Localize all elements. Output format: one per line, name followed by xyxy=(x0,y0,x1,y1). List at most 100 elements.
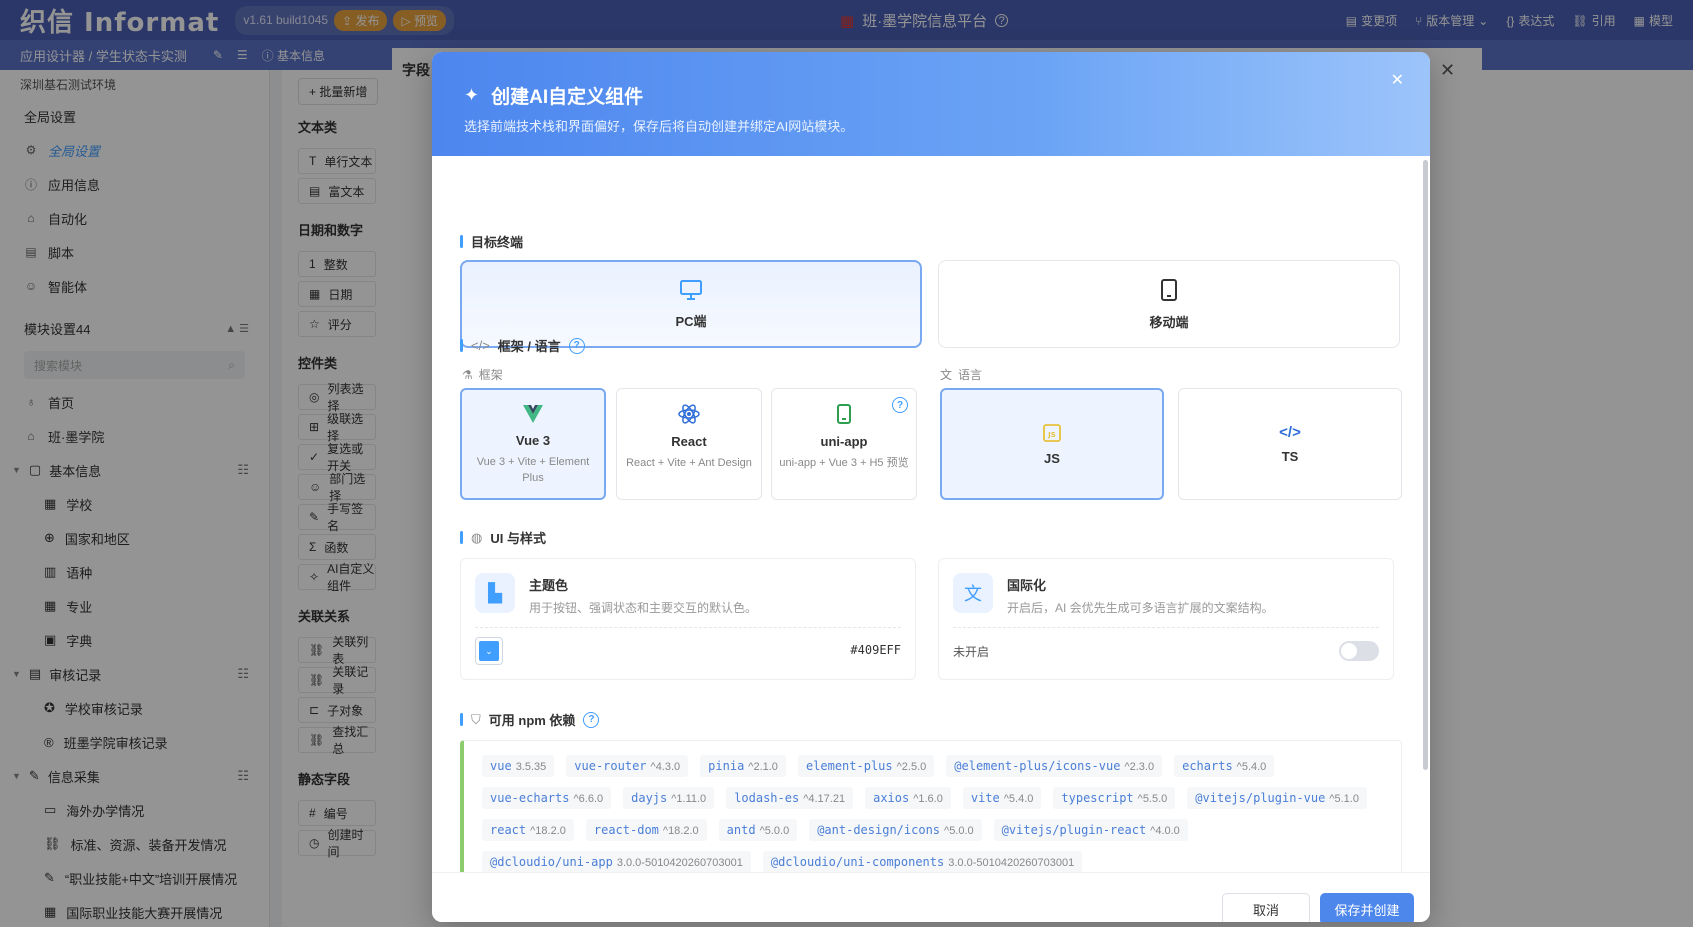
chevron-down-icon: ⌄ xyxy=(479,641,499,661)
dependency-version: 3.0.0-5010420260703001 xyxy=(948,857,1075,869)
dependency-name: antd xyxy=(726,823,756,837)
section-title-text: 目标终端 xyxy=(471,235,524,250)
dependency-version: ^4.17.21 xyxy=(803,793,846,805)
paint-roller-icon: ▙ xyxy=(475,573,515,613)
section-bar xyxy=(460,531,463,544)
dependency-name: vue-echarts xyxy=(490,791,570,805)
dependency-version: ^1.6.0 xyxy=(913,793,943,805)
i18n-title: 国际化 xyxy=(1007,578,1047,593)
dialog-header: ✦ 创建AI自定义组件 选择前端技术栈和界面偏好，保存后将自动创建并绑定AI网站… xyxy=(432,52,1430,156)
dependency-version: ^18.2.0 xyxy=(530,825,566,837)
language-name: TS xyxy=(1281,449,1299,464)
i18n-toggle[interactable] xyxy=(1339,641,1379,661)
npm-dependency: echarts ^5.4.0 xyxy=(1174,755,1275,777)
palette-icon: ◍ xyxy=(471,529,483,545)
dependency-version: ^5.0.0 xyxy=(944,825,974,837)
framework-desc: uni-app + Vue 3 + H5 预览 xyxy=(779,457,909,469)
language-name: JS xyxy=(1044,450,1060,466)
save-and-create-button[interactable]: 保存并创建 xyxy=(1320,893,1414,922)
mobile-app-icon xyxy=(837,404,851,424)
dialog-footer: 取消 保存并创建 xyxy=(432,872,1430,922)
npm-dependency: @ant-design/icons ^5.0.0 xyxy=(809,819,982,841)
close-icon[interactable]: ✕ xyxy=(1440,60,1455,81)
dialog-subtitle: 选择前端技术栈和界面偏好，保存后将自动创建并绑定AI网站模块。 xyxy=(464,119,854,134)
theme-color-picker[interactable]: ⌄ xyxy=(475,637,503,665)
js-icon: JS xyxy=(1043,423,1061,442)
section-ui-title: ◍ UI 与样式 xyxy=(460,528,546,547)
translate-icon: 文 xyxy=(940,368,953,382)
help-icon[interactable]: ? xyxy=(583,711,600,728)
npm-dependency: react ^18.2.0 xyxy=(482,819,574,841)
framework-label-text: 框架 xyxy=(478,368,503,382)
language-label-text: 语言 xyxy=(958,368,983,382)
i18n-state: 未开启 xyxy=(953,645,990,659)
framework-option-vue3[interactable]: Vue 3 Vue 3 + Vite + Element Plus xyxy=(460,388,606,500)
flask-icon: ⚗ xyxy=(462,367,473,382)
framework-option-react[interactable]: React React + Vite + Ant Design xyxy=(616,388,762,500)
dependency-name: react xyxy=(490,823,527,837)
section-bar xyxy=(460,713,463,726)
npm-dependency: vue-echarts ^6.6.0 xyxy=(482,787,612,809)
dependency-name: lodash-es xyxy=(734,791,800,805)
npm-dependency: react-dom ^18.2.0 xyxy=(585,819,707,841)
code-icon: </> xyxy=(1279,424,1301,441)
dependency-name: element-plus xyxy=(805,759,893,773)
dependency-version: ^2.5.0 xyxy=(896,761,927,773)
terminal-option-pc[interactable]: PC端 xyxy=(460,260,922,348)
divider xyxy=(475,627,901,628)
i18n-desc: 开启后，AI 会优先生成可多语言扩展的文案结构。 xyxy=(1007,601,1274,615)
dependency-version: ^2.3.0 xyxy=(1124,761,1155,773)
npm-dependency: @dcloudio/uni-app 3.0.0-5010420260703001 xyxy=(482,851,751,873)
npm-dependency: vue 3.5.35 xyxy=(482,755,555,777)
dependency-version: ^5.4.0 xyxy=(1236,761,1267,773)
dependency-name: @vitejs/plugin-react xyxy=(1001,823,1147,837)
section-bar xyxy=(460,339,463,352)
section-title-text: 框架 / 语言 xyxy=(497,339,561,354)
dependency-version: ^4.3.0 xyxy=(650,761,681,773)
dialog-title: ✦ 创建AI自定义组件 xyxy=(464,82,643,109)
shield-icon: ⛉ xyxy=(471,711,481,727)
code-icon: </> xyxy=(471,338,490,353)
dependency-version: ^5.1.0 xyxy=(1329,793,1359,805)
dependency-version: ^4.0.0 xyxy=(1150,825,1180,837)
dependency-version: ^18.2.0 xyxy=(662,825,699,837)
language-label: 文语言 xyxy=(940,366,982,383)
language-option-js[interactable]: JS JS xyxy=(940,388,1164,500)
npm-dependency: @vitejs/plugin-vue ^5.1.0 xyxy=(1187,787,1367,809)
section-npm-title: ⛉ 可用 npm 依赖? xyxy=(460,710,600,729)
npm-dependency: @vitejs/plugin-react ^4.0.0 xyxy=(993,819,1188,841)
npm-dependency: dayjs ^1.11.0 xyxy=(623,787,715,809)
vue-icon xyxy=(523,405,543,423)
dependency-name: react-dom xyxy=(593,823,659,837)
help-icon[interactable]: ? xyxy=(568,337,585,354)
section-title-text: UI 与样式 xyxy=(490,531,546,546)
dialog-scrollbar[interactable] xyxy=(1423,160,1428,770)
npm-dependency-list: vue 3.5.35 vue-router ^4.3.0 pinia ^2.1.0 elem… xyxy=(460,740,1402,880)
section-framework-title: </> 框架 / 语言? xyxy=(460,336,585,355)
monitor-icon xyxy=(680,279,702,300)
terminal-option-mobile[interactable]: 移动端 xyxy=(938,260,1400,348)
section-title-text: 可用 npm 依赖 xyxy=(488,713,576,728)
close-icon[interactable]: ✕ xyxy=(1391,70,1404,90)
create-ai-component-dialog: ✦ 创建AI自定义组件 选择前端技术栈和界面偏好，保存后将自动创建并绑定AI网站… xyxy=(432,52,1430,922)
dependency-version: ^5.0.0 xyxy=(759,825,790,837)
npm-dependency: lodash-es ^4.17.21 xyxy=(726,787,854,809)
theme-color-card: ▙ 主题色 用于按钮、强调状态和主要交互的默认色。 ⌄ #409EFF xyxy=(460,558,916,680)
dependency-name: echarts xyxy=(1182,759,1233,773)
section-terminal-title: 目标终端 xyxy=(460,232,523,251)
npm-dependency: @dcloudio/uni-components 3.0.0-5010420260… xyxy=(762,851,1083,873)
language-option-ts[interactable]: </> TS xyxy=(1178,388,1402,500)
terminal-label: PC端 xyxy=(675,313,707,329)
dependency-name: @ant-design/icons xyxy=(817,823,941,837)
dependency-name: vite xyxy=(970,791,1000,805)
framework-desc: Vue 3 + Vite + Element Plus xyxy=(476,456,590,484)
dependency-version: ^5.4.0 xyxy=(1003,793,1034,805)
phone-icon xyxy=(1161,278,1177,301)
cancel-button[interactable]: 取消 xyxy=(1222,893,1310,922)
framework-option-uniapp[interactable]: ? uni-app uni-app + Vue 3 + H5 预览 xyxy=(771,388,917,500)
dialog-title-text: 创建AI自定义组件 xyxy=(491,87,644,108)
dependency-name: dayjs xyxy=(631,791,668,805)
help-icon[interactable]: ? xyxy=(892,397,908,413)
dependency-name: vue-router xyxy=(574,759,647,773)
dependency-version: ^5.5.0 xyxy=(1137,793,1168,805)
